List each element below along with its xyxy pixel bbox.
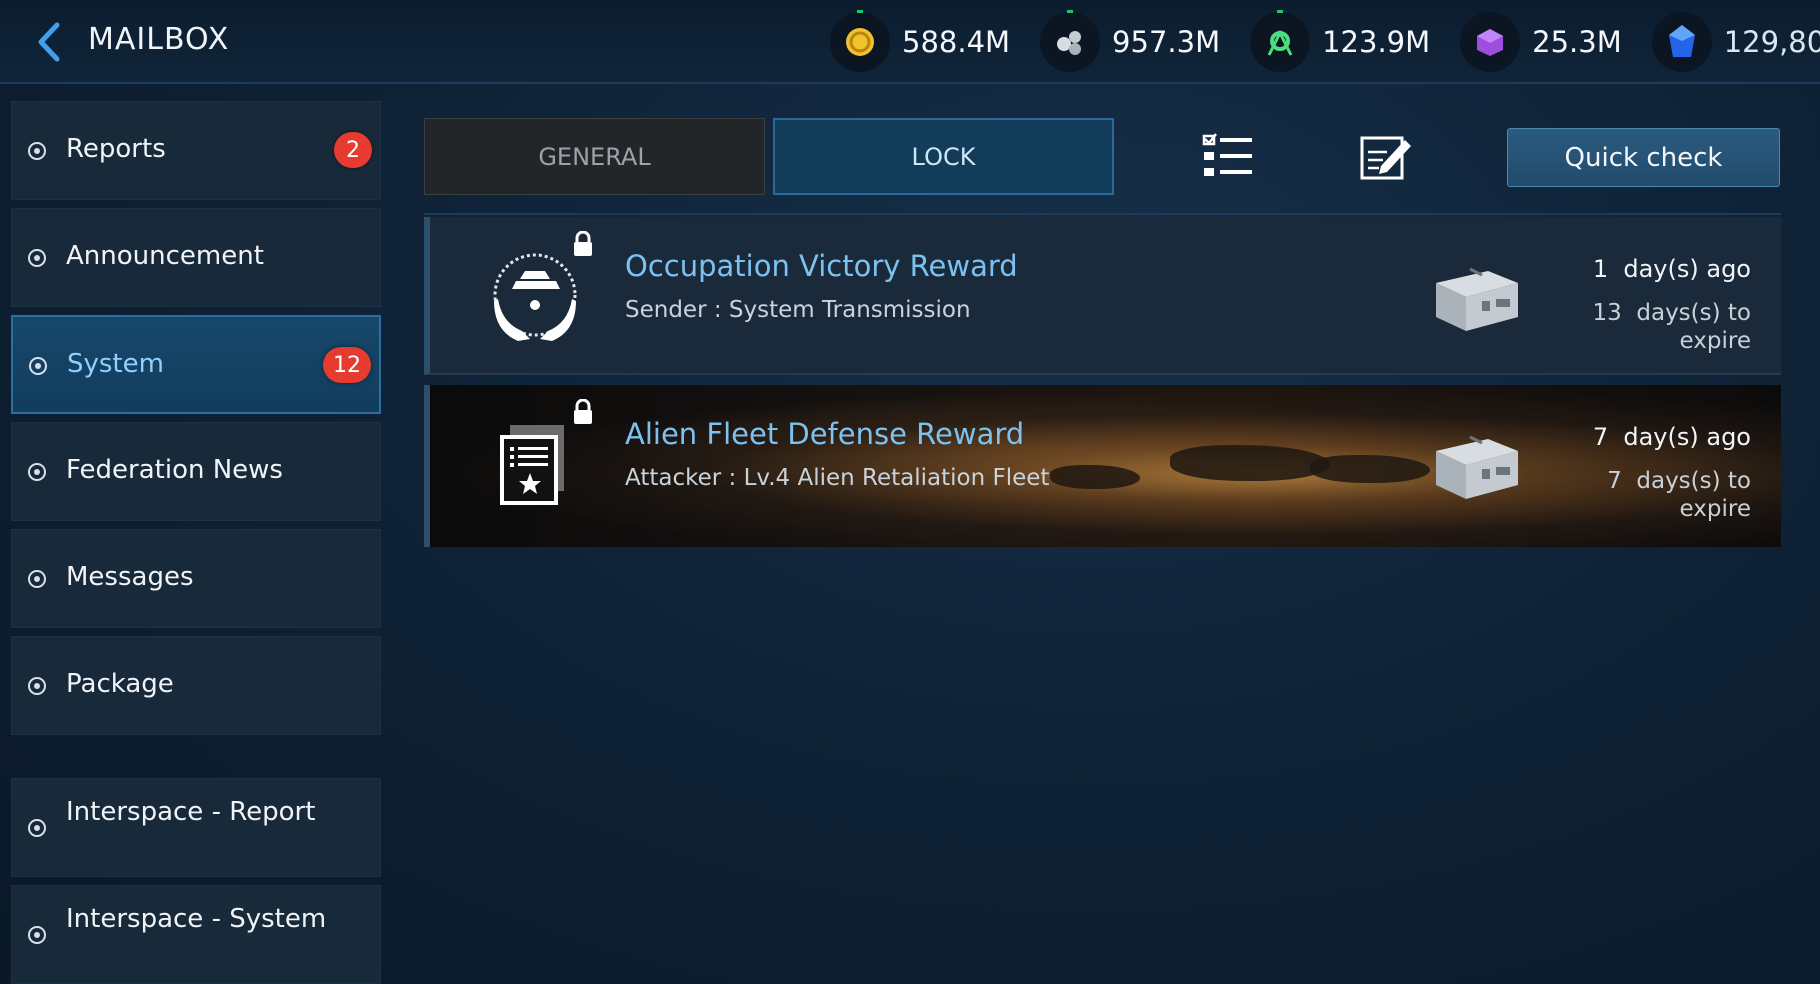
sidebar-item-federation-news[interactable]: Federation News — [11, 422, 381, 521]
received-time: 1 day(s) ago — [1592, 255, 1751, 283]
reward-chest-icon — [1436, 435, 1518, 499]
mail-item[interactable]: Occupation Victory Reward Sender : Syste… — [424, 217, 1781, 375]
tab-general[interactable]: GENERAL — [424, 118, 765, 195]
sidebar-item-label: Messages — [66, 562, 194, 592]
quick-check-button[interactable]: Quick check — [1507, 128, 1780, 187]
resource-ore[interactable]: 957.3M — [1040, 10, 1221, 72]
resource-crystal[interactable]: 25.3M — [1460, 12, 1622, 72]
sidebar-item-interspace-system[interactable]: Interspace - System — [11, 885, 381, 984]
resource-ore-value: 957.3M — [1112, 25, 1221, 59]
mail-sender: Attacker : Lv.4 Alien Retaliation Fleet — [625, 465, 1050, 491]
mail-list: Occupation Victory Reward Sender : Syste… — [424, 213, 1781, 549]
radio-bullet-icon — [28, 570, 46, 588]
page-title: MAILBOX — [88, 22, 230, 57]
resource-gold[interactable]: 588.4M — [830, 10, 1011, 72]
blue-gem-icon — [1651, 12, 1712, 72]
sidebar-item-reports[interactable]: Reports 2 — [11, 101, 381, 200]
sidebar-item-interspace-report[interactable]: Interspace - Report — [11, 778, 381, 877]
compose-button[interactable] — [1357, 130, 1415, 184]
radio-bullet-icon — [28, 249, 46, 267]
resource-gem-value: 129,801 — [1723, 25, 1820, 59]
sidebar-item-label: System — [67, 349, 164, 379]
top-bar: MAILBOX 588.4M 957.3M 123.9M 25.3M 129,8… — [0, 0, 1820, 84]
mail-sender: Sender : System Transmission — [625, 297, 971, 323]
report-document-icon — [480, 411, 590, 521]
received-time: 7 day(s) ago — [1592, 423, 1751, 451]
sidebar-item-label: Interspace - System — [66, 904, 327, 934]
unread-badge: 2 — [334, 132, 372, 168]
checklist-icon — [1202, 133, 1252, 176]
resource-gold-value: 588.4M — [902, 25, 1011, 59]
resource-bar: 588.4M 957.3M 123.9M 25.3M 129,80 — [830, 10, 1820, 74]
sidebar-item-label: Interspace - Report — [66, 797, 316, 827]
expire-time: 7 days(s) to expire — [1607, 468, 1751, 522]
sidebar-item-label: Federation News — [66, 455, 283, 485]
sidebar-item-system[interactable]: System 12 — [11, 315, 381, 414]
reward-chest-icon — [1436, 267, 1518, 331]
resource-gas-value: 123.9M — [1322, 25, 1431, 59]
mail-title: Occupation Victory Reward — [625, 249, 1018, 283]
back-button[interactable] — [28, 18, 68, 66]
chevron-left-icon — [38, 22, 60, 62]
sidebar-item-announcement[interactable]: Announcement — [11, 208, 381, 307]
resource-crystal-value: 25.3M — [1532, 25, 1622, 59]
unread-badge: 12 — [323, 347, 371, 383]
resource-gas[interactable]: 123.9M — [1250, 10, 1431, 72]
gas-icon — [1250, 10, 1311, 72]
mail-item[interactable]: Alien Fleet Defense Reward Attacker : Lv… — [424, 385, 1781, 547]
sidebar-item-label: Announcement — [66, 241, 264, 271]
compose-edit-icon — [1360, 136, 1411, 180]
sidebar-item-label: Package — [66, 669, 174, 699]
ore-icon — [1040, 10, 1101, 72]
tab-lock[interactable]: LOCK — [773, 118, 1114, 195]
select-all-button[interactable] — [1200, 130, 1258, 184]
sidebar-item-label: Reports — [66, 134, 166, 164]
gold-coin-icon — [830, 10, 890, 72]
radio-bullet-icon — [28, 677, 46, 695]
crystal-cube-icon — [1460, 12, 1521, 72]
sidebar-item-package[interactable]: Package — [11, 636, 381, 735]
reward-hands-icon — [480, 243, 590, 353]
lock-icon — [574, 231, 592, 256]
resource-gem[interactable]: 129,801 — [1651, 12, 1820, 72]
radio-bullet-icon — [28, 926, 46, 944]
lock-icon — [574, 399, 592, 424]
radio-bullet-icon — [28, 819, 46, 837]
radio-bullet-icon — [29, 357, 47, 375]
radio-bullet-icon — [28, 463, 46, 481]
sidebar-item-messages[interactable]: Messages — [11, 529, 381, 628]
mail-title: Alien Fleet Defense Reward — [625, 417, 1025, 451]
radio-bullet-icon — [28, 142, 46, 160]
expire-time: 13 days(s) to expire — [1592, 300, 1751, 354]
